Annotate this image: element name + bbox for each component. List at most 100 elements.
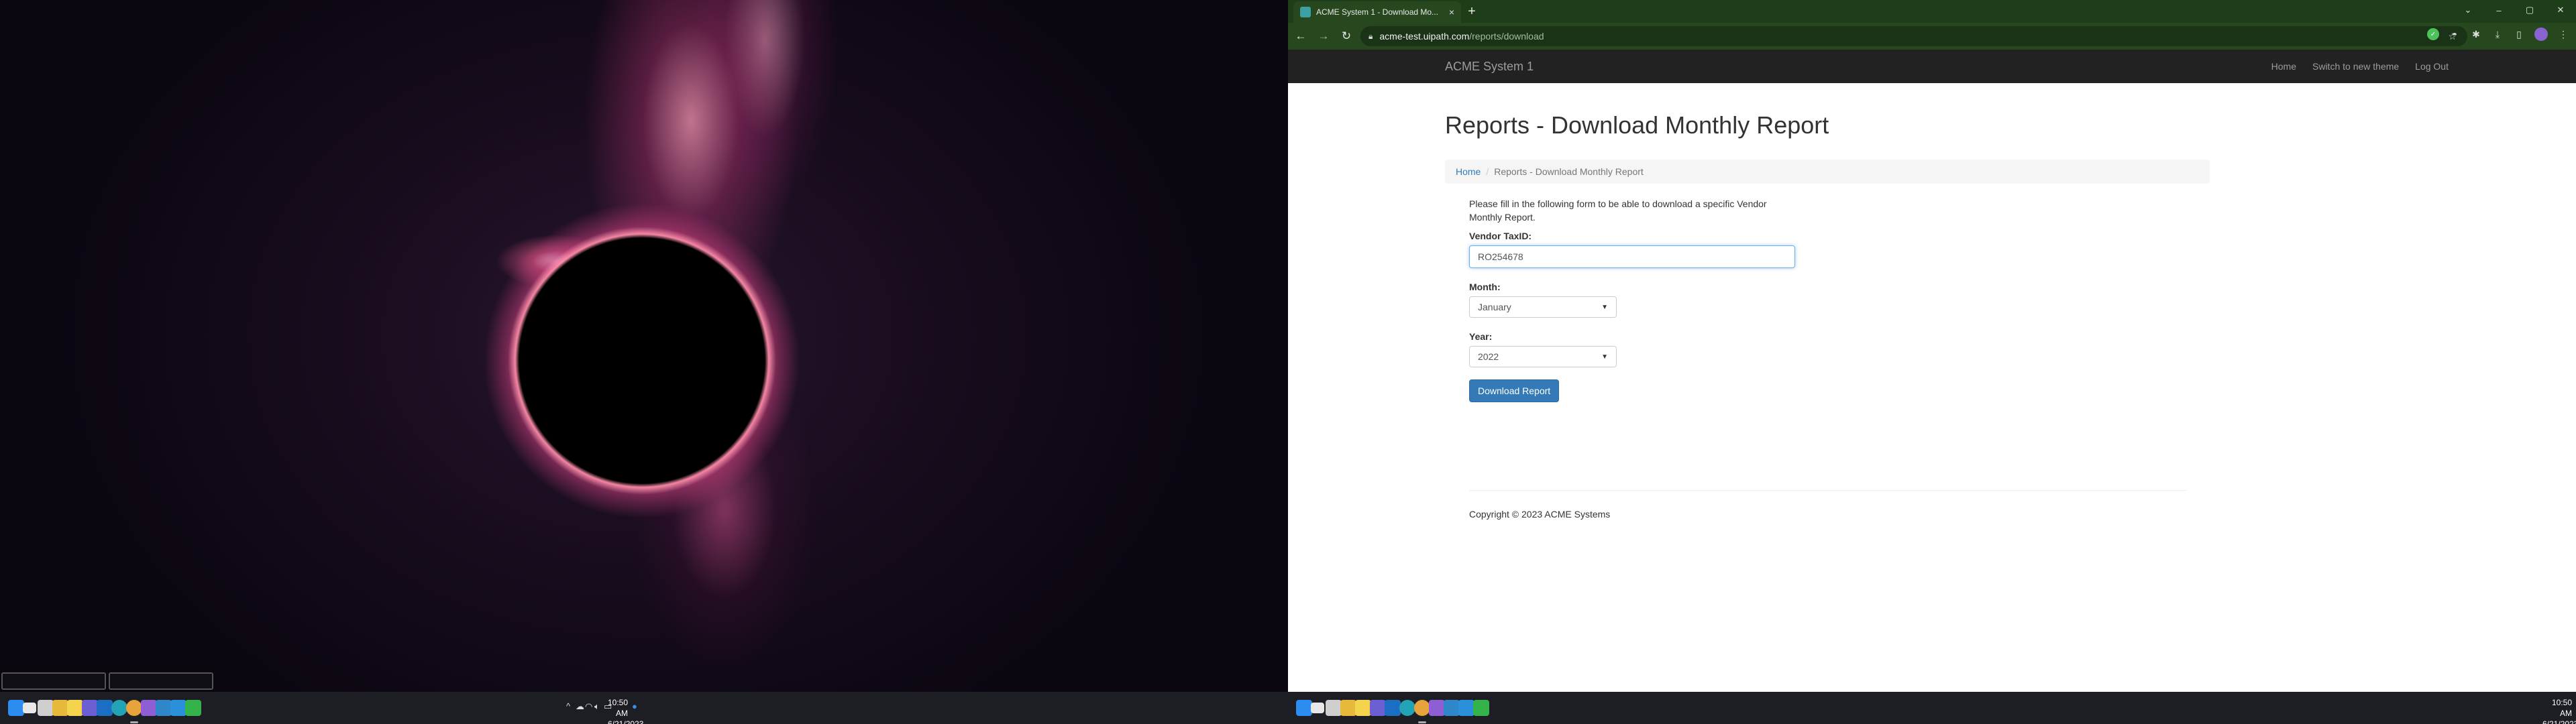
profile-avatar[interactable] (2534, 27, 2548, 41)
extension-icons: ✓ ◓ ✱ ⤓ ▯ ⋮ (2427, 27, 2569, 41)
browser-tab-strip: ACME System 1 - Download Mo... × + ⌄ – ▢… (1288, 0, 2576, 23)
left-monitor: ^ ☁ ◠ 🔈︎ ▭ 10:50 AM 6/21/2023 ● (0, 0, 1288, 724)
edge-icon[interactable] (1399, 700, 1415, 716)
breadcrumb: Home / Reports - Download Monthly Report (1445, 160, 2210, 184)
tab-close-icon[interactable]: × (1449, 7, 1454, 17)
new-tab-button[interactable]: + (1464, 4, 1480, 20)
chevron-down-icon: ▼ (1601, 353, 1608, 361)
desktop-wallpaper (0, 0, 1288, 692)
breadcrumb-separator: / (1486, 166, 1489, 177)
vendor-taxid-input[interactable] (1469, 245, 1795, 268)
reload-icon[interactable]: ↻ (1336, 26, 1356, 46)
uipath-extension-icon[interactable]: ✓ (2427, 28, 2439, 40)
assistant-icon[interactable] (1473, 700, 1489, 716)
chrome-active-indicator (1418, 721, 1426, 723)
year-group: Year: 2022 ▼ (1469, 331, 1818, 367)
nav-links: Home Switch to new theme Log Out (2271, 61, 2449, 72)
breadcrumb-current: Reports - Download Monthly Report (1494, 166, 1644, 177)
left-clock[interactable]: 10:50 AM 6/21/2023 (608, 697, 644, 724)
notes-icon[interactable] (1355, 700, 1371, 716)
left-date: 6/21/2023 (608, 719, 644, 724)
onedrive-icon[interactable]: ☁ (576, 701, 584, 712)
teams-icon[interactable] (82, 700, 98, 716)
visual-studio-icon[interactable] (141, 700, 157, 716)
page-title: Reports - Download Monthly Report (1445, 111, 1829, 139)
chrome-icon[interactable] (1414, 700, 1430, 716)
chevron-down-icon: ▼ (1601, 303, 1608, 311)
close-window-button[interactable]: ✕ (2545, 0, 2576, 20)
site-navbar: ACME System 1 Home Switch to new theme L… (1288, 50, 2576, 83)
url-host: acme-test.uipath.com (1379, 31, 1470, 42)
chrome-icon[interactable] (126, 700, 142, 716)
store-icon[interactable] (38, 700, 54, 716)
visual-studio-icon[interactable] (1429, 700, 1445, 716)
taxid-group: Vendor TaxID: (1469, 231, 1818, 268)
url-path: /reports/download (1469, 31, 1544, 42)
tab-title: ACME System 1 - Download Mo... (1316, 7, 1439, 17)
taskbar-preview-1[interactable] (1, 672, 106, 690)
download-icon[interactable]: ⤓ (2491, 28, 2504, 40)
outlook-icon[interactable] (1385, 700, 1401, 716)
store-icon[interactable] (1326, 700, 1342, 716)
month-select[interactable]: January ▼ (1469, 296, 1617, 318)
notification-icon[interactable]: ● (632, 701, 637, 711)
notes-icon[interactable] (67, 700, 83, 716)
browser-tab-active[interactable]: ACME System 1 - Download Mo... × (1293, 1, 1461, 23)
web-page: ACME System 1 Home Switch to new theme L… (1288, 50, 2576, 692)
chrome-active-indicator (130, 721, 138, 723)
year-selected-value: 2022 (1478, 351, 1499, 362)
download-form: Please fill in the following form to be … (1469, 197, 1818, 402)
maximize-button[interactable]: ▢ (2514, 0, 2545, 20)
tray-chevron-icon[interactable]: ^ (566, 701, 570, 711)
vscode-icon[interactable] (1458, 700, 1474, 716)
vscode-icon[interactable] (170, 700, 186, 716)
right-monitor: ACME System 1 - Download Mo... × + ⌄ – ▢… (1288, 0, 2576, 724)
teams-icon[interactable] (1370, 700, 1386, 716)
folder-icon[interactable] (1340, 700, 1356, 716)
studio-icon[interactable] (156, 700, 172, 716)
studio-icon[interactable] (1444, 700, 1460, 716)
minimize-button[interactable]: – (2483, 0, 2514, 20)
lock-icon[interactable]: 🔒︎ (1368, 32, 1373, 42)
download-report-button[interactable]: Download Report (1469, 379, 1560, 402)
copyright-text: Copyright © 2023 ACME Systems (1469, 509, 1611, 520)
month-group: Month: January ▼ (1469, 282, 1818, 318)
left-time: 10:50 AM (608, 698, 629, 718)
year-label: Year: (1469, 331, 1493, 342)
month-selected-value: January (1478, 302, 1511, 312)
footer-divider (1469, 490, 2187, 491)
form-intro-text: Please fill in the following form to be … (1469, 198, 1767, 223)
nav-home-link[interactable]: Home (2271, 61, 2296, 72)
assistant-icon[interactable] (185, 700, 201, 716)
menu-kebab-icon[interactable]: ⋮ (2557, 28, 2569, 40)
volume-icon[interactable]: 🔈︎ (594, 701, 600, 712)
right-time: 10:50 AM (2551, 698, 2572, 718)
nav-switch-theme-link[interactable]: Switch to new theme (2312, 61, 2399, 72)
windows-start-icon[interactable] (8, 700, 24, 716)
right-taskbar: 10:50 AM 6/21/2023 (1288, 692, 2576, 724)
taskbar-preview-2[interactable] (109, 672, 213, 690)
file-explorer-icon[interactable] (1311, 703, 1324, 713)
right-clock[interactable]: 10:50 AM 6/21/2023 (2542, 697, 2576, 724)
folder-icon[interactable] (52, 700, 68, 716)
nav-logout-link[interactable]: Log Out (2415, 61, 2449, 72)
edge-icon[interactable] (111, 700, 127, 716)
taxid-label: Vendor TaxID: (1469, 231, 1532, 241)
window-controls: ⌄ – ▢ ✕ (2453, 0, 2576, 20)
side-panel-icon[interactable]: ▯ (2513, 28, 2525, 40)
forward-icon[interactable]: → (1313, 26, 1334, 46)
wifi-icon[interactable]: ◠ (585, 701, 592, 712)
breadcrumb-home-link[interactable]: Home (1456, 166, 1481, 177)
back-icon[interactable]: ← (1291, 26, 1311, 46)
address-bar[interactable]: 🔒︎ acme-test.uipath.com/reports/download… (1360, 26, 2467, 46)
site-brand[interactable]: ACME System 1 (1445, 60, 1534, 74)
extensions-puzzle-icon[interactable]: ✱ (2470, 28, 2482, 40)
year-select[interactable]: 2022 ▼ (1469, 346, 1617, 367)
left-taskbar: ^ ☁ ◠ 🔈︎ ▭ 10:50 AM 6/21/2023 ● (0, 692, 1288, 724)
right-date: 6/21/2023 (2542, 719, 2576, 724)
incognito-extension-icon[interactable]: ◓ (2449, 28, 2461, 40)
windows-start-icon[interactable] (1296, 700, 1312, 716)
outlook-icon[interactable] (97, 700, 113, 716)
tab-search-icon[interactable]: ⌄ (2453, 0, 2483, 20)
file-explorer-icon[interactable] (23, 703, 36, 713)
